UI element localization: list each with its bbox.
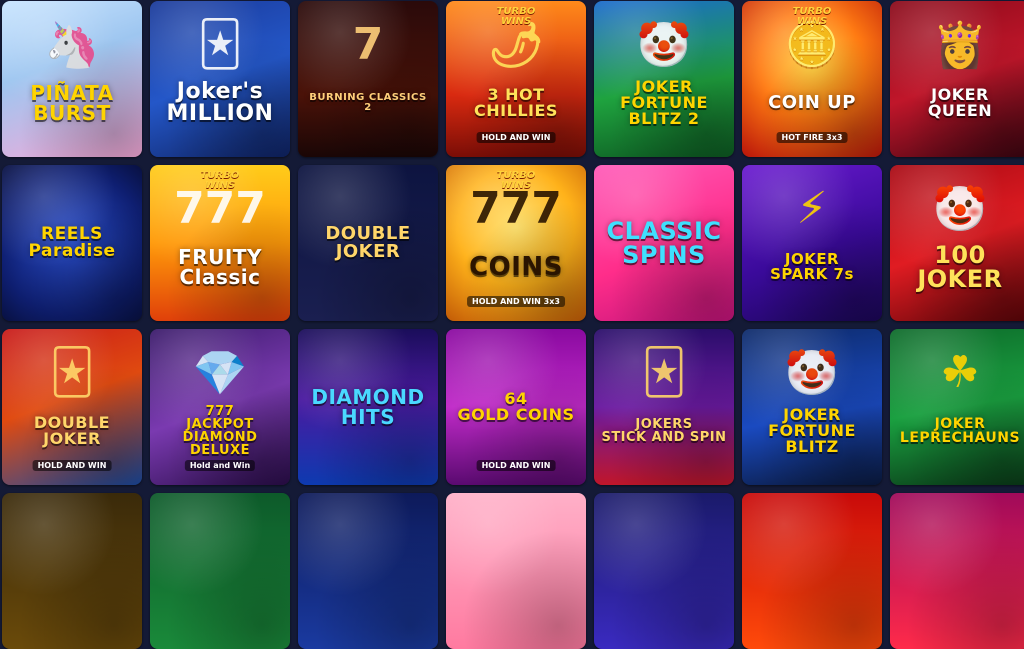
turbo-wins-badge: TURBO WINS [792, 6, 832, 27]
game-art-icon: 🤡 [784, 348, 840, 399]
game-tile[interactable]: 777 TURBO WINS FRUITY Classic [150, 165, 290, 321]
candy-icon [446, 493, 586, 649]
coin-icon [2, 493, 142, 649]
game-title: BURNING CLASSICS 2 [309, 92, 427, 113]
game-tile[interactable]: 🃏 Joker's MILLION [150, 1, 290, 157]
game-tile[interactable]: 💎 777 JACKPOT DIAMOND DELUXE Hold and Win [150, 329, 290, 485]
game-tile[interactable]: 🤡 JOKER FORTUNE BLITZ 2 [594, 1, 734, 157]
game-tile[interactable]: ☘ JOKER LEPRECHAUNS [890, 329, 1024, 485]
game-title: 100 JOKER [917, 241, 1003, 293]
game-title: 777 JACKPOT DIAMOND DELUXE [182, 404, 258, 458]
game-art-icon: 🃏 [197, 19, 243, 70]
game-art-icon: ☘ [940, 347, 980, 398]
gem-icon [594, 493, 734, 649]
game-art-icon: 💎 [192, 348, 248, 399]
game-tile[interactable] [594, 493, 734, 649]
game-title: PIÑATA BURST [30, 81, 114, 125]
game-tile[interactable]: 🦄 PIÑATA BURST [2, 1, 142, 157]
game-art-icon: 👸 [932, 20, 988, 71]
game-art-icon: 🃏 [49, 347, 95, 398]
leaf-icon [150, 493, 290, 649]
game-title: FRUITY Classic [178, 245, 262, 289]
game-title: 3 HOT CHILLIES [474, 85, 558, 120]
game-tile[interactable] [446, 493, 586, 649]
game-art-icon: 777 [174, 183, 266, 234]
game-title: JOKER QUEEN [927, 85, 993, 120]
game-title: COINS [469, 252, 563, 282]
game-title: DOUBLE JOKER [325, 223, 411, 262]
game-tile[interactable] [150, 493, 290, 649]
game-tile[interactable]: 🃏 DOUBLE JOKER HOLD AND WIN [2, 329, 142, 485]
game-tile[interactable] [890, 493, 1024, 649]
heart-icon [890, 493, 1024, 649]
game-subtitle: HOLD AND WIN 3x3 [467, 296, 565, 307]
game-tile[interactable]: 7 BURNING CLASSICS 2 [298, 1, 438, 157]
game-art-icon: 🌶 [488, 20, 544, 71]
game-title: REELS Paradise [28, 224, 116, 261]
game-tile[interactable]: 👸 JOKER QUEEN [890, 1, 1024, 157]
game-title: JOKER LEPRECHAUNS [899, 416, 1021, 446]
game-tile[interactable]: 🤡 JOKER FORTUNE BLITZ [742, 329, 882, 485]
game-title: JOKERS STICK AND SPIN [601, 417, 727, 445]
game-subtitle: Hold and Win [184, 460, 256, 471]
game-tile[interactable]: REELS Paradise [2, 165, 142, 321]
game-art-icon: 🦄 [44, 20, 100, 71]
game-art-icon: 🪙 [784, 20, 840, 71]
game-art-icon: 🃏 [641, 347, 687, 398]
game-title: 64 GOLD COINS [457, 389, 575, 424]
turbo-wins-badge: TURBO WINS [496, 170, 536, 191]
game-tile[interactable]: DOUBLE JOKER [298, 165, 438, 321]
game-subtitle: HOLD AND WIN [476, 460, 556, 471]
turbo-wins-badge: TURBO WINS [496, 6, 536, 27]
game-tile[interactable] [742, 493, 882, 649]
game-art-icon: 7 [352, 19, 384, 70]
game-art-icon: 777 [470, 183, 562, 234]
game-tile[interactable] [298, 493, 438, 649]
game-title: JOKER FORTUNE BLITZ [768, 405, 856, 456]
game-tile[interactable]: 64 GOLD COINS HOLD AND WIN [446, 329, 586, 485]
game-title: JOKER SPARK 7s [770, 250, 854, 283]
game-tile[interactable] [2, 493, 142, 649]
game-art-icon: 🤡 [932, 184, 988, 235]
game-art-icon: ⚡ [796, 183, 828, 234]
game-tile[interactable]: 🌶 TURBO WINS 3 HOT CHILLIES HOLD AND WIN [446, 1, 586, 157]
game-tile[interactable]: CLASSIC SPINS [594, 165, 734, 321]
turbo-wins-badge: TURBO WINS [200, 170, 240, 191]
game-art-icon: 🤡 [636, 20, 692, 71]
star-icon [298, 493, 438, 649]
game-tile[interactable]: 777 TURBO WINS COINS HOLD AND WIN 3x3 [446, 165, 586, 321]
game-title: JOKER FORTUNE BLITZ 2 [620, 77, 708, 128]
game-tile[interactable]: 🃏 JOKERS STICK AND SPIN [594, 329, 734, 485]
game-title: CLASSIC SPINS [606, 217, 722, 269]
game-tile[interactable]: DIAMOND HITS [298, 329, 438, 485]
game-tile[interactable]: 🤡 100 JOKER [890, 165, 1024, 321]
game-title: DIAMOND HITS [311, 385, 425, 429]
game-subtitle: HOT FIRE 3x3 [776, 132, 848, 143]
fire-icon [742, 493, 882, 649]
game-tile[interactable]: ⚡ JOKER SPARK 7s [742, 165, 882, 321]
game-subtitle: HOLD AND WIN [476, 132, 556, 143]
game-title: DOUBLE JOKER [33, 413, 111, 448]
game-grid: 🦄 PIÑATA BURST 🃏 Joker's MILLION 7 BURNING CL… [2, 0, 1024, 649]
game-title: COIN UP [768, 92, 856, 113]
game-subtitle: HOLD AND WIN [32, 460, 112, 471]
game-tile[interactable]: 🪙 TURBO WINS COIN UP HOT FIRE 3x3 [742, 1, 882, 157]
game-title: Joker's MILLION [166, 79, 274, 126]
